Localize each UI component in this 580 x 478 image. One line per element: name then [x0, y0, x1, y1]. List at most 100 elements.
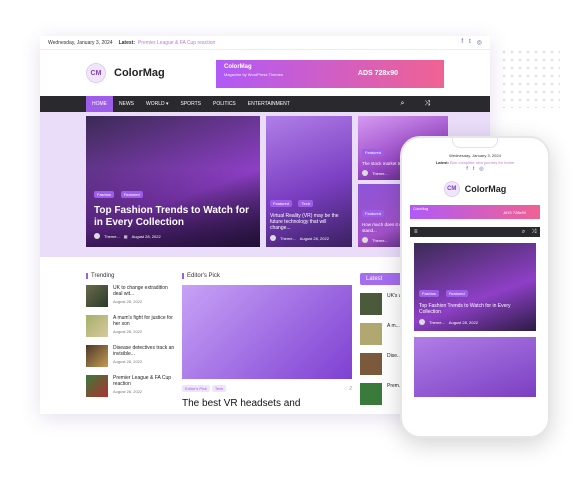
tag[interactable]: Featured: [362, 210, 385, 217]
ad-size: ADS 728x90: [503, 210, 526, 215]
list-item[interactable]: A mum's fight for justice for her son Aug…: [86, 315, 176, 337]
item-title[interactable]: Premier League & FA Cup reaction: [113, 375, 176, 387]
nav-sports[interactable]: SPORTS: [175, 96, 207, 112]
tag[interactable]: Featured: [362, 148, 385, 156]
thumbnail[interactable]: [86, 345, 108, 367]
facebook-icon[interactable]: f: [461, 39, 463, 46]
nav-world[interactable]: WORLD ▾: [140, 96, 175, 112]
twitter-icon[interactable]: t: [473, 166, 474, 173]
editors-pick-heading: Editor's Pick: [182, 273, 352, 279]
author[interactable]: Theme...: [104, 234, 120, 239]
main-nav: HOME NEWS WORLD ▾ SPORTS POLITICS ENTERT…: [40, 96, 490, 112]
tag[interactable]: Featured: [120, 191, 143, 198]
article-title[interactable]: The best VR headsets and: [182, 398, 352, 409]
tag[interactable]: Fashion: [94, 191, 115, 198]
post-date: August 28, 2022: [299, 235, 329, 241]
avatar: [362, 170, 368, 176]
post-date: August 28, 2022: [131, 233, 161, 239]
list-item[interactable]: Premier League & FA Cup reaction August 2…: [86, 375, 176, 397]
instagram-icon[interactable]: ◎: [479, 166, 483, 173]
search-icon[interactable]: ⌕: [522, 229, 525, 236]
hero-main-card[interactable]: Fashion Featured Top Fashion Trends to W…: [86, 116, 260, 247]
date: Wednesday, January 3, 2024: [48, 39, 113, 46]
item-date: August 28, 2022: [113, 359, 143, 364]
social-links: f t ◎: [461, 39, 482, 46]
item-date: August 28, 2022: [113, 389, 143, 394]
thumbnail[interactable]: [360, 323, 382, 345]
avatar: [419, 319, 425, 325]
tag[interactable]: Featured: [445, 290, 468, 297]
news-ticker[interactable]: Premier League & FA Cup reaction: [138, 40, 215, 46]
nav-entertainment[interactable]: ENTERTAINMENT: [242, 96, 296, 112]
logo-icon[interactable]: CM: [443, 181, 460, 197]
item-date: August 28, 2022: [113, 299, 143, 304]
tag[interactable]: Editor's Pick: [182, 385, 210, 392]
featured-image[interactable]: [182, 285, 352, 379]
phone-notch: [452, 138, 498, 148]
item-title[interactable]: Disease detectives track an invisible...: [113, 345, 176, 357]
shuffle-icon[interactable]: ⤨: [531, 229, 536, 236]
thumbnail[interactable]: [86, 285, 108, 307]
mobile-ad-banner[interactable]: ColorMag ADS 728x90: [410, 205, 540, 219]
shuffle-icon[interactable]: ⤨: [418, 96, 436, 112]
tag[interactable]: Fashion: [419, 290, 440, 297]
tag[interactable]: Featured: [270, 200, 293, 207]
author[interactable]: Theme...: [372, 238, 388, 243]
mobile-second-card[interactable]: [414, 337, 536, 397]
logo-icon[interactable]: CM: [86, 63, 106, 83]
list-item[interactable]: UK to change extradition deal wit... Augu…: [86, 285, 176, 307]
ad-subtitle: Magazine by WordPress Themes: [224, 72, 283, 77]
date: Wednesday, January 3, 2024: [449, 153, 501, 158]
top-bar: Wednesday, January 3, 2024 Latest: Premi…: [40, 36, 490, 50]
item-title[interactable]: A mum's fight for justice for her son: [113, 315, 176, 327]
instagram-icon[interactable]: ◎: [477, 39, 482, 46]
author[interactable]: Theme...: [429, 320, 445, 325]
mobile-header: CM ColorMag: [402, 181, 548, 197]
post-date: August 28, 2022: [448, 319, 478, 325]
tag[interactable]: Tech: [211, 385, 227, 392]
ad-banner[interactable]: ColorMag Magazine by WordPress Themes AD…: [216, 60, 444, 88]
trending-heading: Trending: [86, 273, 176, 279]
site-title[interactable]: ColorMag: [114, 67, 165, 79]
latest-label: Latest:: [435, 160, 449, 165]
latest-label: Latest:: [118, 39, 135, 46]
thumbnail[interactable]: [360, 383, 382, 405]
showcase: Wednesday, January 3, 2024 Latest: Premi…: [0, 0, 580, 478]
card-title[interactable]: Top Fashion Trends to Watch for in Every…: [419, 303, 531, 315]
trending-widget: Trending UK to change extradition deal w…: [86, 273, 176, 405]
nav-icons: ⌕ ⤨: [388, 96, 442, 112]
ad-name: ColorMag: [224, 64, 252, 70]
mobile-mockup: Wednesday, January 3, 2024 Latest: Bon c…: [400, 136, 550, 438]
hero-mid-card[interactable]: Featured Tech Virtual Reality (VR) may b…: [266, 116, 352, 247]
hero-mid-title[interactable]: Virtual Reality (VR) may be the future t…: [270, 213, 348, 231]
mobile-hero-card[interactable]: Fashion Featured Top Fashion Trends to W…: [414, 243, 536, 331]
author[interactable]: Theme...: [372, 171, 388, 176]
facebook-icon[interactable]: f: [466, 166, 467, 173]
list-item[interactable]: Disease detectives track an invisible...…: [86, 345, 176, 367]
nav-home[interactable]: HOME: [86, 96, 113, 112]
hamburger-icon[interactable]: ≡: [414, 229, 418, 235]
thumbnail[interactable]: [360, 293, 382, 315]
avatar: [270, 235, 276, 241]
thumbnail[interactable]: [86, 315, 108, 337]
search-icon[interactable]: ⌕: [394, 96, 410, 112]
thumbnail[interactable]: [360, 353, 382, 375]
comment-count[interactable]: 2: [349, 386, 352, 392]
editors-pick-widget: Editor's Pick Editor's Pick Tech ◌ 2 The…: [182, 273, 352, 409]
tag[interactable]: Tech: [298, 200, 313, 207]
calendar-icon: ▦: [123, 233, 128, 239]
mobile-top-bar: Wednesday, January 3, 2024 Latest: Bon c…: [402, 152, 548, 173]
twitter-icon[interactable]: t: [469, 39, 471, 46]
nav-politics[interactable]: POLITICS: [207, 96, 242, 112]
author[interactable]: Theme...: [280, 236, 296, 241]
site-header: CM ColorMag ColorMag Magazine by WordPre…: [40, 50, 490, 96]
hero-title[interactable]: Top Fashion Trends to Watch for in Every…: [94, 205, 252, 229]
item-title[interactable]: UK to change extradition deal wit...: [113, 285, 176, 297]
news-ticker[interactable]: Bon complete new journey for home: [450, 160, 514, 165]
thumbnail[interactable]: [86, 375, 108, 397]
site-title[interactable]: ColorMag: [465, 184, 507, 194]
ad-size: ADS 728x90: [357, 70, 398, 77]
nav-news[interactable]: NEWS: [113, 96, 140, 112]
avatar: [362, 237, 368, 243]
mobile-nav: ≡ ⌕ ⤨: [410, 227, 540, 237]
